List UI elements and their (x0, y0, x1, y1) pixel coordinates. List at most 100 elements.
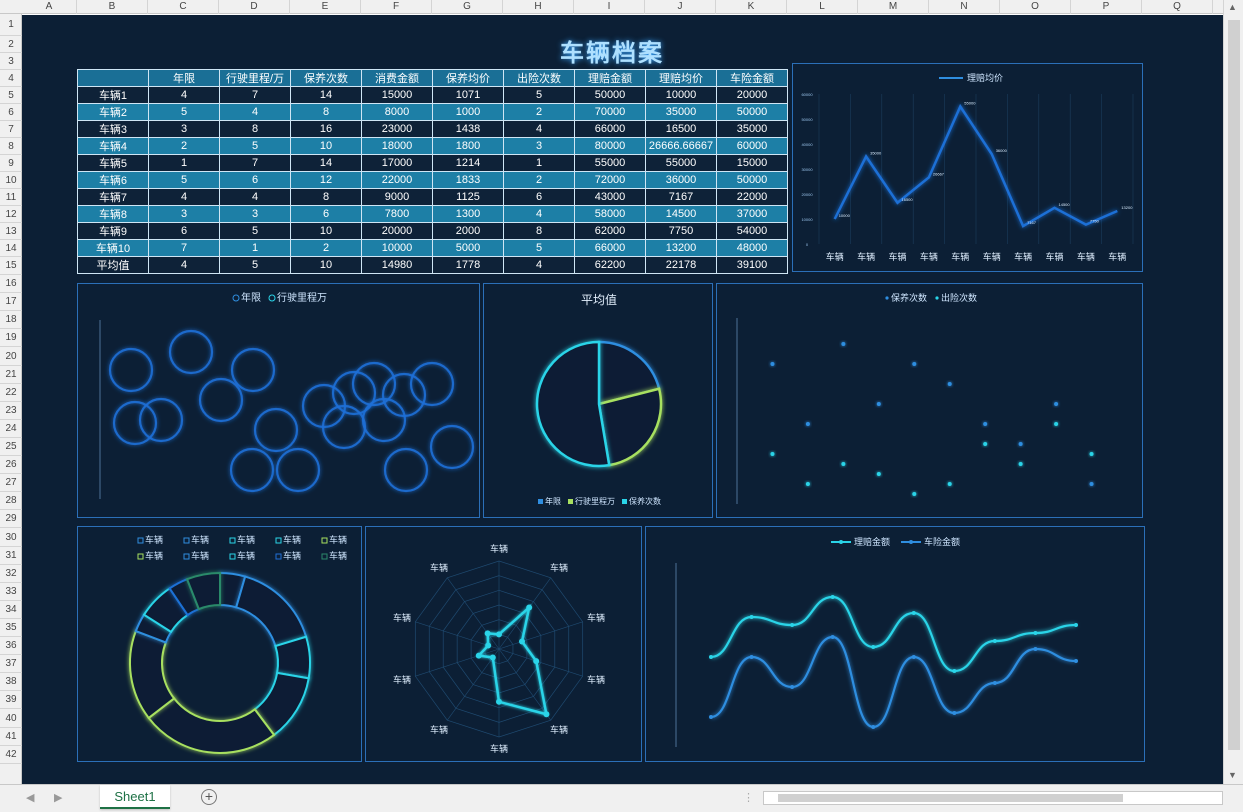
table-cell[interactable]: 3 (148, 205, 220, 223)
table-cell[interactable]: 48000 (716, 239, 788, 257)
scroll-down-icon[interactable]: ▼ (1228, 770, 1237, 780)
table-cell[interactable]: 23000 (361, 120, 433, 138)
row-header-13[interactable]: 13 (0, 223, 22, 240)
column-header-L[interactable]: L (787, 0, 858, 14)
row-header-31[interactable]: 31 (0, 547, 22, 565)
table-header-cell[interactable]: 保养均价 (432, 69, 504, 87)
donut-chart-panel[interactable]: 车辆 车辆 车辆 车辆 车辆 车辆 车辆 车辆 车辆 车辆 (77, 526, 362, 762)
table-cell[interactable]: 6 (219, 171, 291, 189)
table-header-cell[interactable]: 出险次数 (503, 69, 575, 87)
table-cell[interactable]: 1125 (432, 188, 504, 206)
table-header-cell[interactable]: 车险金额 (716, 69, 788, 87)
table-cell[interactable]: 5 (503, 86, 575, 104)
row-header-2[interactable]: 2 (0, 36, 22, 53)
row-header-33[interactable]: 33 (0, 583, 22, 601)
row-header-11[interactable]: 11 (0, 189, 22, 206)
table-cell[interactable]: 4 (219, 103, 291, 121)
table-cell[interactable]: 9000 (361, 188, 433, 206)
table-cell[interactable]: 54000 (716, 222, 788, 240)
vertical-scroll-thumb[interactable] (1228, 20, 1240, 750)
table-cell[interactable]: 10000 (645, 86, 717, 104)
table-cell[interactable]: 66000 (574, 239, 646, 257)
table-cell[interactable]: 2 (290, 239, 362, 257)
table-cell[interactable]: 1 (219, 239, 291, 257)
table-cell[interactable]: 15000 (716, 154, 788, 172)
table-cell[interactable]: 3 (148, 120, 220, 138)
table-header-cell[interactable]: 理赔金额 (574, 69, 646, 87)
row-header-32[interactable]: 32 (0, 565, 22, 583)
table-cell[interactable]: 车辆9 (77, 222, 149, 240)
row-header-16[interactable]: 16 (0, 275, 22, 294)
table-cell[interactable]: 14 (290, 86, 362, 104)
table-cell[interactable]: 4 (503, 120, 575, 138)
table-cell[interactable]: 1071 (432, 86, 504, 104)
table-cell[interactable]: 7 (219, 154, 291, 172)
table-cell[interactable]: 1 (503, 154, 575, 172)
column-header-N[interactable]: N (929, 0, 1000, 14)
row-header-18[interactable]: 18 (0, 311, 22, 330)
table-cell[interactable]: 4 (148, 256, 220, 274)
table-cell[interactable]: 16500 (645, 120, 717, 138)
table-cell[interactable]: 16 (290, 120, 362, 138)
table-cell[interactable]: 车辆3 (77, 120, 149, 138)
row-header-15[interactable]: 15 (0, 257, 22, 276)
table-cell[interactable]: 4 (503, 205, 575, 223)
table-cell[interactable]: 5 (219, 256, 291, 274)
row-header-12[interactable]: 12 (0, 206, 22, 223)
row-header-5[interactable]: 5 (0, 87, 22, 104)
table-cell[interactable]: 4 (148, 188, 220, 206)
row-header-39[interactable]: 39 (0, 691, 22, 710)
table-cell[interactable]: 车辆4 (77, 137, 149, 155)
table-cell[interactable]: 17000 (361, 154, 433, 172)
vehicle-data-table[interactable]: 年限 行驶里程/万 保养次数 消费金额 保养均价 出险次数 理赔金额 理赔均价 车险金额 车辆1… (77, 69, 788, 274)
table-cell[interactable]: 5 (219, 222, 291, 240)
column-header-A[interactable]: A (22, 0, 77, 14)
table-cell[interactable]: 7 (219, 86, 291, 104)
table-cell[interactable]: 35000 (645, 103, 717, 121)
table-cell[interactable]: 车辆7 (77, 188, 149, 206)
table-cell[interactable]: 4 (148, 86, 220, 104)
table-header-cell[interactable]: 消费金额 (361, 69, 433, 87)
table-cell[interactable]: 8000 (361, 103, 433, 121)
add-sheet-icon[interactable]: + (201, 789, 217, 805)
column-header-M[interactable]: M (858, 0, 929, 14)
row-header-17[interactable]: 17 (0, 293, 22, 312)
sheet-tab-sheet1[interactable]: Sheet1 (100, 785, 170, 809)
column-header-J[interactable]: J (645, 0, 716, 14)
row-header-24[interactable]: 24 (0, 420, 22, 438)
horizontal-scrollbar[interactable] (763, 791, 1223, 805)
row-header-20[interactable]: 20 (0, 348, 22, 366)
table-cell[interactable]: 14 (290, 154, 362, 172)
table-cell[interactable]: 80000 (574, 137, 646, 155)
table-cell[interactable]: 车辆2 (77, 103, 149, 121)
row-header-40[interactable]: 40 (0, 710, 22, 728)
table-cell[interactable]: 50000 (574, 86, 646, 104)
table-cell[interactable]: 车辆5 (77, 154, 149, 172)
table-cell[interactable]: 1833 (432, 171, 504, 189)
row-header-9[interactable]: 9 (0, 155, 22, 172)
table-cell[interactable]: 8 (503, 222, 575, 240)
table-cell[interactable]: 2000 (432, 222, 504, 240)
table-cell[interactable]: 5 (503, 239, 575, 257)
row-header-28[interactable]: 28 (0, 492, 22, 511)
table-cell[interactable]: 60000 (716, 137, 788, 155)
column-header-K[interactable]: K (716, 0, 787, 14)
column-header-O[interactable]: O (1000, 0, 1071, 14)
table-cell[interactable]: 43000 (574, 188, 646, 206)
table-cell[interactable]: 1800 (432, 137, 504, 155)
row-header-34[interactable]: 34 (0, 601, 22, 619)
row-header-42[interactable]: 42 (0, 746, 22, 764)
column-header-E[interactable]: E (290, 0, 361, 14)
pie-chart-panel[interactable]: 平均值 年限 行驶里程万 保养次数 (483, 283, 713, 518)
row-header-36[interactable]: 36 (0, 637, 22, 656)
row-header-10[interactable]: 10 (0, 172, 22, 189)
table-cell[interactable]: 14980 (361, 256, 433, 274)
column-header-I[interactable]: I (574, 0, 645, 14)
table-cell[interactable]: 5 (148, 171, 220, 189)
table-cell[interactable]: 1778 (432, 256, 504, 274)
table-cell[interactable]: 车辆10 (77, 239, 149, 257)
row-header-37[interactable]: 37 (0, 655, 22, 674)
table-cell[interactable]: 7750 (645, 222, 717, 240)
table-cell[interactable]: 50000 (716, 103, 788, 121)
worksheet-canvas[interactable]: 车辆档案 年限 行驶里程/万 保养次数 消费金额 保养均价 出险次数 理赔金额 理赔均价 车险金… (22, 15, 1223, 784)
